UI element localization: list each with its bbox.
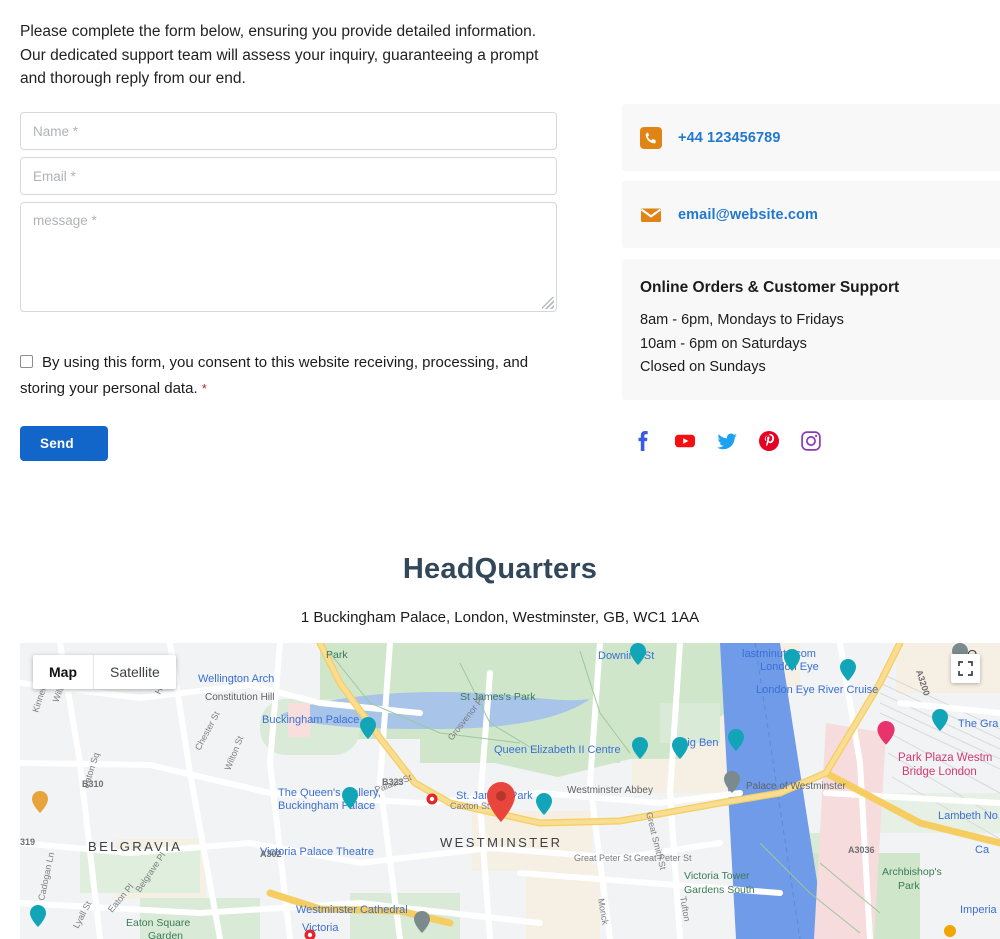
map-label-place: Westminster Abbey: [567, 785, 653, 796]
map-label-place: The Gra: [958, 718, 999, 730]
envelope-icon: [640, 204, 662, 226]
map-type-control[interactable]: Map Satellite: [33, 655, 176, 689]
message-textarea[interactable]: [20, 202, 557, 312]
map-label-place: London Eye River Cruise: [756, 684, 878, 696]
map-label-street: Great Peter St: [574, 853, 632, 863]
map-label-park: St James's Park: [460, 691, 536, 703]
map-label-district: WESTMINSTER: [440, 835, 562, 850]
headquarters-address: 1 Buckingham Palace, London, Westminster…: [0, 609, 1000, 626]
message-field-wrapper: [20, 202, 557, 312]
map-label-park: Victoria Tower: [684, 870, 750, 882]
name-input[interactable]: [20, 112, 557, 150]
map-label-place: Park Plaza Westm: [898, 752, 992, 764]
email-input[interactable]: [20, 157, 557, 195]
contact-section: Please complete the form below, ensuring…: [0, 0, 1000, 530]
map-label-park: Eaton Square: [126, 917, 190, 929]
map-label-place: Buckingham Palace: [262, 714, 359, 726]
map-type-map-button[interactable]: Map: [33, 655, 93, 689]
fullscreen-icon: [958, 661, 973, 676]
facebook-icon[interactable]: [632, 430, 654, 452]
send-button[interactable]: Send: [20, 426, 108, 461]
map-label-road: B310: [82, 779, 104, 789]
contact-form: [20, 112, 557, 312]
phone-icon: [640, 127, 662, 149]
map-label-street: Constitution Hill: [205, 692, 274, 703]
consent-row: By using this form, you consent to this …: [20, 350, 550, 402]
map-label-place: Lambeth No: [938, 810, 998, 822]
consent-label: By using this form, you consent to this …: [20, 354, 528, 397]
consent-required-asterisk: *: [202, 381, 207, 396]
intro-paragraph: Please complete the form below, ensuring…: [20, 20, 540, 91]
map-label-place: Palace of Westminster: [746, 781, 847, 792]
map-label-place: lastminute.com: [742, 648, 816, 660]
twitter-icon[interactable]: [716, 430, 738, 452]
youtube-icon[interactable]: [674, 430, 696, 452]
email-link[interactable]: email@website.com: [678, 207, 818, 223]
phone-card[interactable]: +44 123456789: [622, 104, 1000, 171]
phone-link[interactable]: +44 123456789: [678, 130, 781, 146]
map-label-place: Buckingham Palace: [278, 800, 375, 812]
map-label-park: Park: [326, 649, 348, 661]
map-label-street: Great Peter St: [634, 853, 692, 863]
map-label-place: Westminster Cathedral: [296, 904, 408, 916]
map-label-place: The Queen's Gallery,: [278, 787, 381, 799]
map-container[interactable]: .lb { font-family:"Liberation Sans", san…: [20, 643, 1000, 939]
map-label-place: Ca: [975, 844, 990, 856]
support-hours-line: Closed on Sundays: [640, 356, 1000, 380]
contact-cards: +44 123456789 email@website.com Online O…: [622, 104, 1000, 400]
map-label-park: Park: [898, 880, 920, 892]
consent-checkbox[interactable]: [20, 355, 33, 368]
map-label-street: Caxton St: [450, 801, 490, 811]
fullscreen-button[interactable]: [951, 654, 980, 683]
map-type-satellite-button[interactable]: Satellite: [94, 655, 176, 689]
pinterest-icon[interactable]: [758, 430, 780, 452]
instagram-icon[interactable]: [800, 430, 822, 452]
map-label-district: BELGRAVIA: [88, 839, 182, 854]
support-hours-card: Online Orders & Customer Support 8am - 6…: [622, 259, 1000, 400]
support-hours-title: Online Orders & Customer Support: [640, 279, 1000, 297]
support-hours-line: 8am - 6pm, Mondays to Fridays: [640, 309, 1000, 333]
map-label-place: Bridge London: [902, 766, 977, 778]
map-label-park: Archbishop's: [882, 866, 942, 878]
map-label-road: B323: [382, 777, 404, 787]
social-links: [632, 430, 822, 452]
page-title: HeadQuarters: [0, 553, 1000, 586]
map-label-park: Gardens South: [684, 884, 755, 896]
map-label-road: 319: [20, 837, 35, 847]
map-label-place: Imperia: [960, 904, 998, 916]
map-label-road: A302: [260, 849, 282, 859]
map-label-road: A3036: [848, 845, 875, 855]
support-hours-line: 10am - 6pm on Saturdays: [640, 333, 1000, 357]
map-label-park: Garden: [148, 930, 183, 939]
map-label-place: Wellington Arch: [198, 673, 274, 685]
email-card[interactable]: email@website.com: [622, 181, 1000, 248]
map-label-place: Queen Elizabeth II Centre: [494, 744, 621, 756]
